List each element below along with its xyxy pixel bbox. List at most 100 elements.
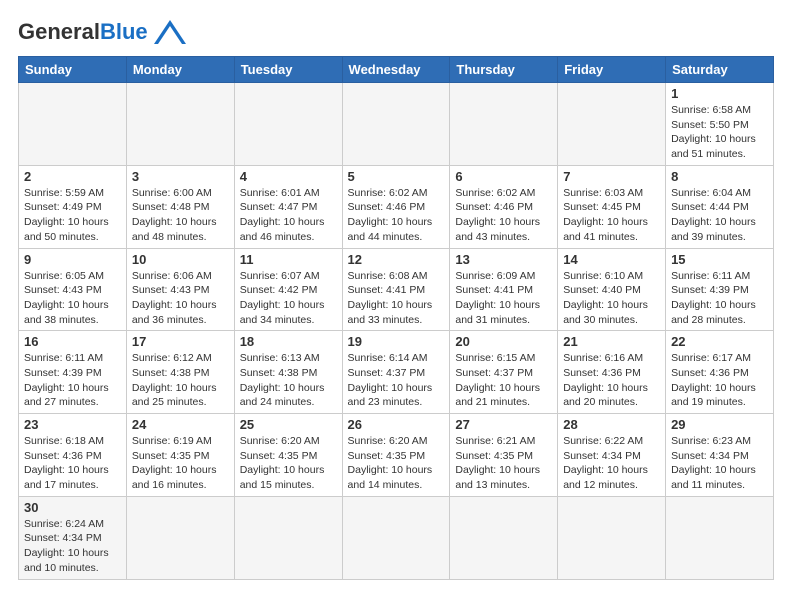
day-number: 11	[240, 252, 337, 267]
day-info: Sunrise: 6:10 AM Sunset: 4:40 PM Dayligh…	[563, 269, 660, 328]
calendar-cell: 10 Sunrise: 6:06 AM Sunset: 4:43 PM Dayli…	[126, 248, 234, 331]
day-info: Sunrise: 6:03 AM Sunset: 4:45 PM Dayligh…	[563, 186, 660, 245]
calendar-cell: 17 Sunrise: 6:12 AM Sunset: 4:38 PM Dayli…	[126, 331, 234, 414]
logo-icon	[152, 18, 188, 46]
logo: GeneralBlue	[18, 18, 188, 46]
logo-text: GeneralBlue	[18, 21, 148, 43]
day-number: 19	[348, 334, 445, 349]
day-info: Sunrise: 6:08 AM Sunset: 4:41 PM Dayligh…	[348, 269, 445, 328]
weekday-header-monday: Monday	[126, 57, 234, 83]
day-info: Sunrise: 6:20 AM Sunset: 4:35 PM Dayligh…	[348, 434, 445, 493]
day-info: Sunrise: 6:06 AM Sunset: 4:43 PM Dayligh…	[132, 269, 229, 328]
day-number: 28	[563, 417, 660, 432]
calendar-cell: 9 Sunrise: 6:05 AM Sunset: 4:43 PM Daylig…	[19, 248, 127, 331]
day-number: 27	[455, 417, 552, 432]
calendar-cell: 16 Sunrise: 6:11 AM Sunset: 4:39 PM Dayli…	[19, 331, 127, 414]
calendar-cell	[666, 496, 774, 579]
calendar-week-2: 9 Sunrise: 6:05 AM Sunset: 4:43 PM Daylig…	[19, 248, 774, 331]
day-info: Sunrise: 6:23 AM Sunset: 4:34 PM Dayligh…	[671, 434, 768, 493]
calendar-cell: 29 Sunrise: 6:23 AM Sunset: 4:34 PM Dayli…	[666, 414, 774, 497]
day-number: 1	[671, 86, 768, 101]
calendar-week-5: 30 Sunrise: 6:24 AM Sunset: 4:34 PM Dayli…	[19, 496, 774, 579]
calendar-cell: 22 Sunrise: 6:17 AM Sunset: 4:36 PM Dayli…	[666, 331, 774, 414]
weekday-header-thursday: Thursday	[450, 57, 558, 83]
calendar-week-0: 1Sunrise: 6:58 AM Sunset: 5:50 PM Daylig…	[19, 83, 774, 166]
calendar-week-3: 16 Sunrise: 6:11 AM Sunset: 4:39 PM Dayli…	[19, 331, 774, 414]
day-number: 24	[132, 417, 229, 432]
calendar-week-1: 2 Sunrise: 5:59 AM Sunset: 4:49 PM Daylig…	[19, 165, 774, 248]
calendar-cell: 8 Sunrise: 6:04 AM Sunset: 4:44 PM Daylig…	[666, 165, 774, 248]
weekday-header-saturday: Saturday	[666, 57, 774, 83]
calendar-cell	[342, 496, 450, 579]
weekday-header-sunday: Sunday	[19, 57, 127, 83]
calendar-cell: 23 Sunrise: 6:18 AM Sunset: 4:36 PM Dayli…	[19, 414, 127, 497]
day-number: 7	[563, 169, 660, 184]
calendar-cell: 28 Sunrise: 6:22 AM Sunset: 4:34 PM Dayli…	[558, 414, 666, 497]
calendar-cell: 26Sunrise: 6:20 AM Sunset: 4:35 PM Dayli…	[342, 414, 450, 497]
day-number: 8	[671, 169, 768, 184]
calendar-cell: 12Sunrise: 6:08 AM Sunset: 4:41 PM Dayli…	[342, 248, 450, 331]
day-info: Sunrise: 5:59 AM Sunset: 4:49 PM Dayligh…	[24, 186, 121, 245]
day-info: Sunrise: 6:17 AM Sunset: 4:36 PM Dayligh…	[671, 351, 768, 410]
day-number: 29	[671, 417, 768, 432]
day-info: Sunrise: 6:14 AM Sunset: 4:37 PM Dayligh…	[348, 351, 445, 410]
day-number: 25	[240, 417, 337, 432]
day-number: 18	[240, 334, 337, 349]
calendar-cell	[234, 496, 342, 579]
calendar-cell	[19, 83, 127, 166]
calendar-cell	[342, 83, 450, 166]
logo-general: General	[18, 19, 100, 44]
calendar: SundayMondayTuesdayWednesdayThursdayFrid…	[18, 56, 774, 580]
day-info: Sunrise: 6:22 AM Sunset: 4:34 PM Dayligh…	[563, 434, 660, 493]
day-number: 13	[455, 252, 552, 267]
day-info: Sunrise: 6:04 AM Sunset: 4:44 PM Dayligh…	[671, 186, 768, 245]
day-number: 14	[563, 252, 660, 267]
day-info: Sunrise: 6:16 AM Sunset: 4:36 PM Dayligh…	[563, 351, 660, 410]
calendar-cell: 21 Sunrise: 6:16 AM Sunset: 4:36 PM Dayli…	[558, 331, 666, 414]
day-info: Sunrise: 6:11 AM Sunset: 4:39 PM Dayligh…	[24, 351, 121, 410]
day-number: 22	[671, 334, 768, 349]
day-number: 10	[132, 252, 229, 267]
calendar-cell: 13Sunrise: 6:09 AM Sunset: 4:41 PM Dayli…	[450, 248, 558, 331]
day-info: Sunrise: 6:01 AM Sunset: 4:47 PM Dayligh…	[240, 186, 337, 245]
day-number: 4	[240, 169, 337, 184]
calendar-cell: 5Sunrise: 6:02 AM Sunset: 4:46 PM Daylig…	[342, 165, 450, 248]
calendar-cell: 20Sunrise: 6:15 AM Sunset: 4:37 PM Dayli…	[450, 331, 558, 414]
day-number: 6	[455, 169, 552, 184]
calendar-cell	[126, 83, 234, 166]
day-info: Sunrise: 6:11 AM Sunset: 4:39 PM Dayligh…	[671, 269, 768, 328]
day-info: Sunrise: 6:13 AM Sunset: 4:38 PM Dayligh…	[240, 351, 337, 410]
day-info: Sunrise: 6:07 AM Sunset: 4:42 PM Dayligh…	[240, 269, 337, 328]
calendar-cell: 14 Sunrise: 6:10 AM Sunset: 4:40 PM Dayli…	[558, 248, 666, 331]
calendar-cell: 19 Sunrise: 6:14 AM Sunset: 4:37 PM Dayli…	[342, 331, 450, 414]
weekday-header-friday: Friday	[558, 57, 666, 83]
day-number: 16	[24, 334, 121, 349]
calendar-cell	[558, 496, 666, 579]
day-number: 21	[563, 334, 660, 349]
day-info: Sunrise: 6:20 AM Sunset: 4:35 PM Dayligh…	[240, 434, 337, 493]
calendar-cell: 4 Sunrise: 6:01 AM Sunset: 4:47 PM Daylig…	[234, 165, 342, 248]
day-number: 30	[24, 500, 121, 515]
day-number: 2	[24, 169, 121, 184]
weekday-header-row: SundayMondayTuesdayWednesdayThursdayFrid…	[19, 57, 774, 83]
day-info: Sunrise: 6:05 AM Sunset: 4:43 PM Dayligh…	[24, 269, 121, 328]
calendar-cell: 15Sunrise: 6:11 AM Sunset: 4:39 PM Dayli…	[666, 248, 774, 331]
day-info: Sunrise: 6:18 AM Sunset: 4:36 PM Dayligh…	[24, 434, 121, 493]
day-number: 20	[455, 334, 552, 349]
calendar-cell: 2 Sunrise: 5:59 AM Sunset: 4:49 PM Daylig…	[19, 165, 127, 248]
calendar-cell: 30 Sunrise: 6:24 AM Sunset: 4:34 PM Dayli…	[19, 496, 127, 579]
day-info: Sunrise: 6:12 AM Sunset: 4:38 PM Dayligh…	[132, 351, 229, 410]
day-number: 23	[24, 417, 121, 432]
day-number: 5	[348, 169, 445, 184]
day-number: 9	[24, 252, 121, 267]
page: GeneralBlue SundayMondayTuesdayWednesday…	[0, 0, 792, 590]
weekday-header-wednesday: Wednesday	[342, 57, 450, 83]
calendar-cell	[450, 496, 558, 579]
calendar-cell: 3Sunrise: 6:00 AM Sunset: 4:48 PM Daylig…	[126, 165, 234, 248]
calendar-cell	[558, 83, 666, 166]
calendar-cell: 24 Sunrise: 6:19 AM Sunset: 4:35 PM Dayli…	[126, 414, 234, 497]
calendar-cell: 27Sunrise: 6:21 AM Sunset: 4:35 PM Dayli…	[450, 414, 558, 497]
day-info: Sunrise: 6:19 AM Sunset: 4:35 PM Dayligh…	[132, 434, 229, 493]
day-info: Sunrise: 6:24 AM Sunset: 4:34 PM Dayligh…	[24, 517, 121, 576]
day-number: 17	[132, 334, 229, 349]
